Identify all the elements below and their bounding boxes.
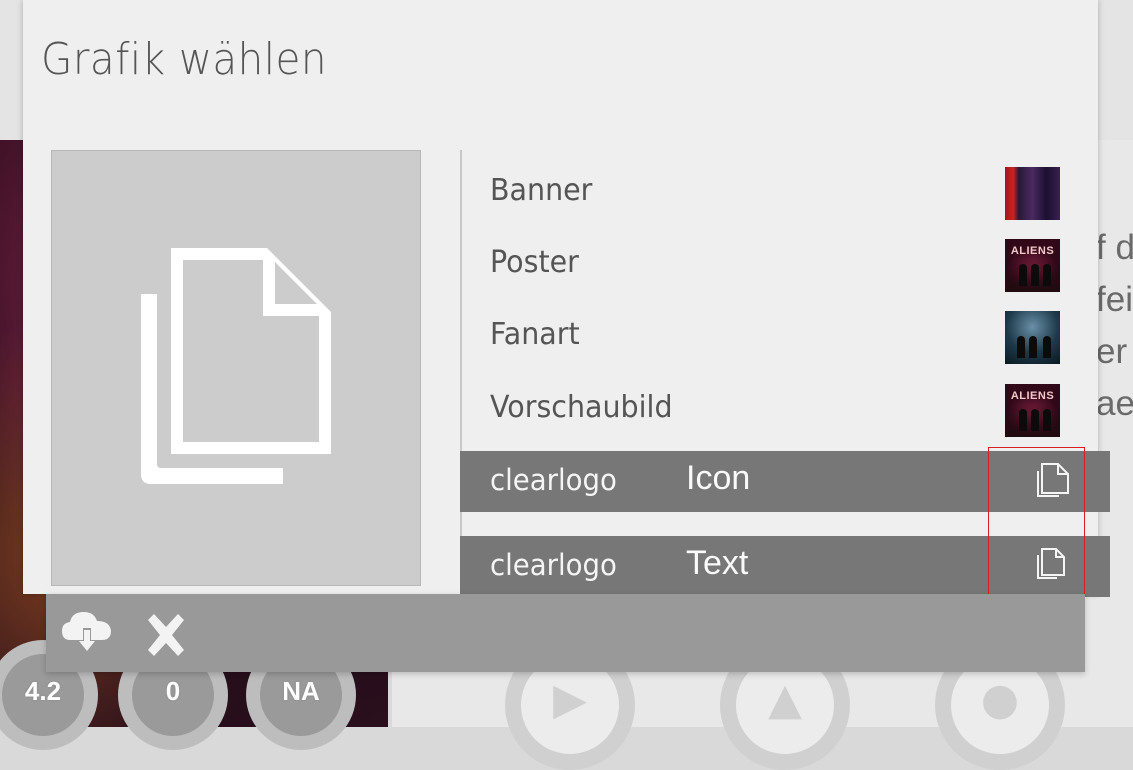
clearlogo-label: clearlogo	[490, 548, 617, 582]
thumbnail-figure	[1043, 336, 1051, 358]
thumbnail-figure	[1017, 336, 1025, 358]
art-type-label: Poster	[490, 245, 579, 280]
banner-thumbnail	[1005, 167, 1060, 220]
lightbulb-icon: ●	[980, 674, 1020, 725]
thumbnail-figure	[1043, 264, 1051, 286]
thumbnail-figure	[1019, 409, 1027, 431]
description-line: fei	[1096, 280, 1133, 319]
clearlogo-type: Icon	[686, 459, 751, 497]
clearlogo-label: clearlogo	[490, 463, 617, 497]
image-icon: ▲	[768, 674, 802, 725]
description-line: ae	[1096, 384, 1133, 423]
thumbnail-figure	[1029, 336, 1037, 358]
dialog-footer	[46, 594, 1085, 672]
thumbnail-title: ALIENS	[1010, 245, 1055, 257]
fanart-thumbnail	[1005, 311, 1060, 364]
thumbnail-figure	[1019, 264, 1027, 286]
dialog-title: Grafik wählen	[41, 34, 327, 85]
description-line: f d	[1096, 228, 1133, 267]
copy-file-icon	[141, 248, 331, 484]
thumbnail-title: ALIENS	[1010, 390, 1055, 402]
thumbnail-figure	[1031, 264, 1039, 286]
rating-value: 4.2	[24, 676, 62, 706]
clearlogo-type: Text	[686, 544, 749, 582]
art-preview	[51, 150, 421, 586]
selection-highlight	[988, 447, 1085, 599]
rating-value: 0	[165, 676, 181, 706]
art-type-item-poster[interactable]: Poster ALIENS	[462, 227, 1062, 299]
art-type-item-banner[interactable]: Banner	[462, 155, 1062, 227]
thumbnail-figure	[1031, 409, 1039, 431]
art-type-item-thumb[interactable]: Vorschaubild ALIENS	[462, 372, 1062, 444]
choose-art-dialog: Grafik wählen Banner Poster ALIENS Fanar…	[23, 0, 1110, 600]
cloud-download-icon[interactable]	[60, 608, 114, 660]
art-type-label: Vorschaubild	[490, 390, 673, 425]
play-icon: ▶	[553, 674, 587, 725]
thumbnail-figure	[1043, 409, 1051, 431]
art-type-item-fanart[interactable]: Fanart	[462, 299, 1062, 371]
description-line: er	[1096, 332, 1128, 371]
close-icon[interactable]	[144, 614, 188, 660]
thumb-thumbnail: ALIENS	[1005, 384, 1060, 437]
art-type-label: Fanart	[490, 317, 580, 352]
background-description: f d fei er ae	[1096, 222, 1133, 430]
art-type-label: Banner	[490, 173, 593, 208]
rating-value: NA	[282, 676, 320, 706]
poster-thumbnail: ALIENS	[1005, 239, 1060, 292]
